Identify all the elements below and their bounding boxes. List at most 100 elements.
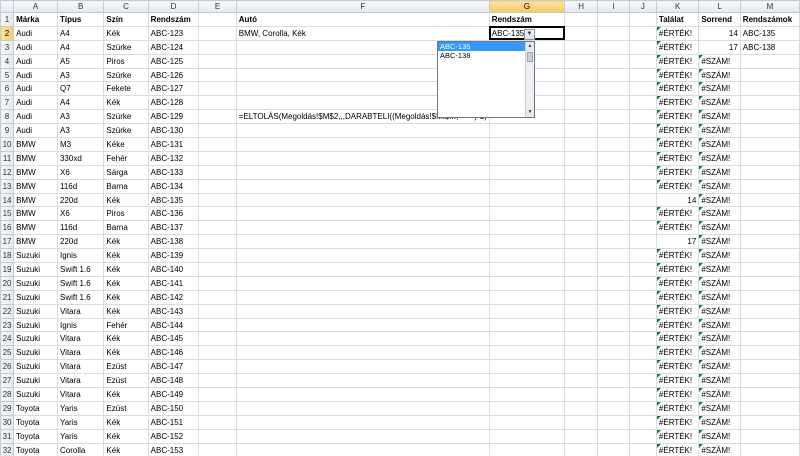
cell[interactable]	[739, 178, 800, 194]
cell[interactable]: Suzuki	[13, 317, 58, 333]
cell[interactable]	[488, 414, 566, 430]
cell[interactable]: Kéke	[103, 137, 149, 152]
cell[interactable]: #ÉRTÉK!	[655, 206, 700, 222]
cell[interactable]	[596, 317, 630, 333]
cell[interactable]: Kék	[103, 387, 149, 402]
cell[interactable]: #SZÁM!	[698, 428, 741, 444]
cell[interactable]	[198, 400, 237, 416]
cell[interactable]: ABC-142	[147, 289, 200, 305]
row-header[interactable]: 11	[0, 150, 15, 166]
cell[interactable]: #ÉRTÉK!	[655, 109, 700, 125]
column-header[interactable]: F	[235, 0, 490, 13]
cell[interactable]: #SZÁM!	[698, 53, 741, 69]
cell[interactable]	[488, 345, 566, 361]
cell[interactable]	[198, 289, 237, 305]
cell[interactable]: Szürke	[103, 39, 149, 55]
cell[interactable]: BMW	[13, 220, 58, 236]
row-header[interactable]: 28	[0, 387, 15, 402]
cell[interactable]: ABC-153	[147, 442, 200, 456]
cell[interactable]	[628, 39, 657, 55]
cell[interactable]	[739, 262, 800, 277]
cell[interactable]: Suzuki	[13, 303, 58, 319]
cell[interactable]: #SZÁM!	[698, 178, 741, 194]
cell[interactable]: 116d	[56, 220, 105, 236]
cell[interactable]: ABC-123	[147, 25, 200, 41]
cell[interactable]: ABC-152	[147, 428, 200, 444]
cell[interactable]: Ignis	[56, 248, 105, 264]
cell[interactable]: Suzuki	[13, 359, 58, 375]
cell[interactable]	[596, 414, 630, 430]
cell[interactable]: #SZÁM!	[698, 248, 741, 264]
cell[interactable]	[628, 95, 657, 111]
cell[interactable]: Suzuki	[13, 289, 58, 305]
cell[interactable]: ABC-135	[739, 25, 800, 41]
scroll-down-icon[interactable]: ▼	[526, 108, 534, 117]
row-header[interactable]: 18	[0, 248, 15, 264]
cell[interactable]: #ÉRTÉK!	[655, 220, 700, 236]
cell[interactable]: #SZÁM!	[698, 387, 741, 402]
cell[interactable]: #ÉRTÉK!	[655, 442, 700, 456]
cell[interactable]	[739, 109, 800, 125]
column-header[interactable]: D	[147, 0, 200, 13]
row-header[interactable]: 21	[0, 289, 15, 305]
cell[interactable]: Audi	[13, 53, 58, 69]
cell[interactable]: Találat	[655, 12, 700, 27]
row-header[interactable]: 31	[0, 428, 15, 444]
cell[interactable]	[564, 317, 598, 333]
cell[interactable]: Audi	[13, 39, 58, 55]
cell[interactable]	[739, 234, 800, 250]
cell[interactable]: #SZÁM!	[698, 303, 741, 319]
row-header[interactable]: 7	[0, 95, 15, 111]
cell[interactable]: #ÉRTÉK!	[655, 400, 700, 416]
cell[interactable]	[596, 234, 630, 250]
cell[interactable]	[628, 387, 657, 402]
cell[interactable]: Kék	[103, 428, 149, 444]
cell[interactable]	[488, 123, 566, 139]
cell[interactable]	[235, 359, 490, 375]
cell[interactable]: #ÉRTÉK!	[655, 150, 700, 166]
cell[interactable]: Rendszámok	[739, 12, 800, 27]
cell[interactable]	[198, 206, 237, 222]
cell[interactable]	[198, 53, 237, 69]
row-header[interactable]: 8	[0, 109, 15, 125]
cell[interactable]: #ÉRTÉK!	[655, 53, 700, 69]
column-header[interactable]: H	[564, 0, 598, 13]
cell[interactable]	[596, 331, 630, 347]
cell[interactable]	[564, 289, 598, 305]
dropdown-arrow-button[interactable]: ▼	[524, 29, 535, 40]
cell[interactable]: ABC-134	[147, 178, 200, 194]
cell[interactable]	[198, 220, 237, 236]
cell[interactable]: Szürke	[103, 109, 149, 125]
dropdown-option[interactable]: ABC-135	[438, 42, 525, 51]
cell[interactable]	[739, 95, 800, 111]
cell[interactable]: #ÉRTÉK!	[655, 164, 700, 180]
cell[interactable]: ABC-130	[147, 123, 200, 139]
cell[interactable]	[235, 331, 490, 347]
row-header[interactable]: 10	[0, 137, 15, 152]
cell[interactable]	[628, 137, 657, 152]
cell[interactable]	[235, 206, 490, 222]
cell[interactable]: ABC-138	[739, 39, 800, 55]
cell[interactable]: #SZÁM!	[698, 331, 741, 347]
cell[interactable]: #ÉRTÉK!	[655, 289, 700, 305]
cell[interactable]	[628, 178, 657, 194]
cell[interactable]	[739, 303, 800, 319]
cell[interactable]: #ÉRTÉK!	[655, 373, 700, 389]
cell[interactable]	[596, 289, 630, 305]
cell[interactable]	[596, 262, 630, 277]
cell[interactable]	[596, 275, 630, 291]
cell[interactable]	[235, 275, 490, 291]
cell[interactable]: Fehér	[103, 317, 149, 333]
cell[interactable]: A4	[56, 95, 105, 111]
cell[interactable]	[628, 248, 657, 264]
cell[interactable]: #SZÁM!	[698, 220, 741, 236]
cell[interactable]: #SZÁM!	[698, 192, 741, 208]
cell[interactable]	[198, 442, 237, 456]
cell[interactable]: ABC-124	[147, 39, 200, 55]
cell[interactable]: #SZÁM!	[698, 164, 741, 180]
cell[interactable]	[564, 178, 598, 194]
cell[interactable]	[596, 428, 630, 444]
cell[interactable]	[596, 109, 630, 125]
cell[interactable]: #SZÁM!	[698, 414, 741, 430]
cell[interactable]: ABC-131	[147, 137, 200, 152]
